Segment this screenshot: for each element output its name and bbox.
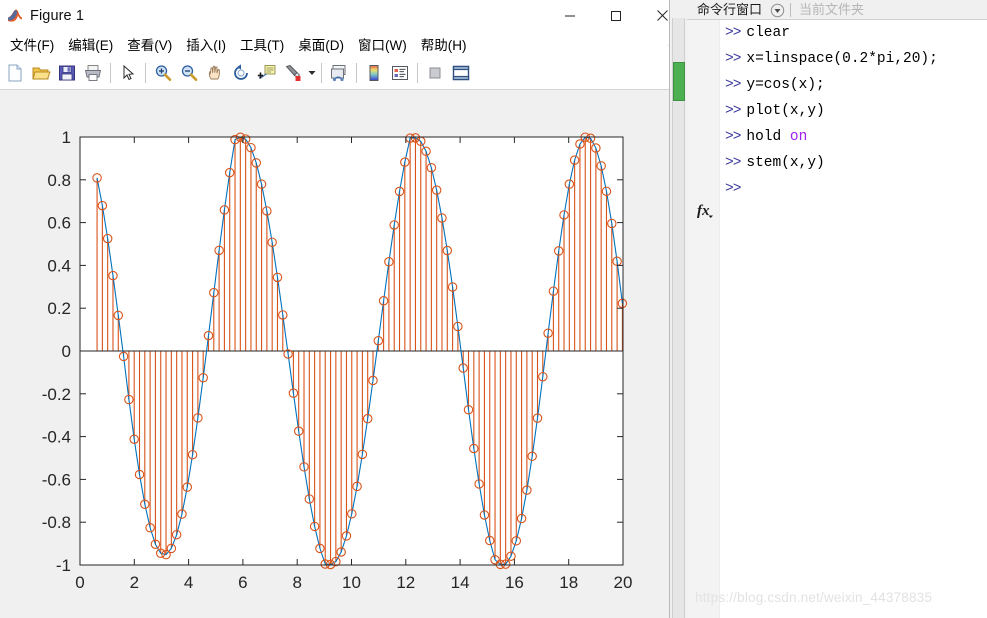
x-tick-label: 4: [184, 573, 193, 592]
link-plot-button[interactable]: [326, 60, 352, 86]
window-controls: [547, 0, 685, 31]
prompt-marker: >>: [725, 51, 740, 67]
y-tick-label: 0.8: [47, 171, 71, 190]
prompt-marker: >>: [725, 103, 740, 119]
command-text: clear: [746, 25, 790, 41]
prompt-marker: >>: [725, 77, 740, 93]
cos-stem-plot: 0 2 4 6 8 10 12 14 16 18 20 -1 -0.8 -0.6 -0.4 -0.2 0 0.2…: [0, 90, 685, 618]
command-line: >> plot(x,y): [687, 98, 987, 124]
colorbar-button[interactable]: [361, 60, 387, 86]
y-tick-label: -1: [56, 556, 71, 575]
print-button[interactable]: [80, 60, 106, 86]
x-tick-label: 2: [130, 573, 139, 592]
toolbar-separator: [356, 63, 357, 83]
command-line: >> stem(x,y): [687, 150, 987, 176]
x-tick-label: 18: [559, 573, 578, 592]
tab-current-folder[interactable]: 当前文件夹: [791, 0, 870, 19]
legend-button[interactable]: [387, 60, 413, 86]
tab-command-window[interactable]: 命令行窗口: [687, 0, 768, 19]
command-window-tabbar: 命令行窗口 当前文件夹: [687, 0, 987, 19]
pan-hand-icon[interactable]: [202, 60, 228, 86]
x-tick-label: 0: [75, 573, 84, 592]
y-tick-label: -0.8: [42, 513, 71, 532]
toolbar-separator: [417, 63, 418, 83]
pane-splitter[interactable]: [670, 0, 687, 618]
x-tick-label: 12: [396, 573, 415, 592]
command-window-pane: 命令行窗口 当前文件夹 >> clear >> x=linspace(0.2*p…: [687, 0, 987, 618]
toolbar-separator: [110, 63, 111, 83]
window-title: Figure 1: [30, 8, 84, 24]
open-file-button[interactable]: [28, 60, 54, 86]
y-tick-label: 0.2: [47, 299, 71, 318]
command-keyword: on: [790, 129, 807, 145]
figure-window: Figure 1 文件(F) 编辑(E) 查看(V): [0, 0, 686, 618]
matlab-figure-icon: [7, 8, 23, 24]
figure-axes-canvas: 0 2 4 6 8 10 12 14 16 18 20 -1 -0.8 -0.6 -0.4 -0.2 0 0.2…: [0, 90, 685, 618]
new-figure-button[interactable]: [2, 60, 28, 86]
hide-plot-tools-button[interactable]: [422, 60, 448, 86]
menu-file[interactable]: 文件(F): [3, 32, 61, 56]
zoom-in-button[interactable]: [150, 60, 176, 86]
menu-help[interactable]: 帮助(H): [414, 32, 474, 56]
command-line: >> clear: [687, 20, 987, 46]
figure-titlebar: Figure 1: [0, 0, 685, 31]
toolbar-separator: [145, 63, 146, 83]
x-tick-label: 20: [614, 573, 633, 592]
figure-toolbar: [0, 56, 685, 90]
maximize-button[interactable]: [593, 0, 639, 31]
menu-desktop[interactable]: 桌面(D): [291, 32, 351, 56]
rotate-3d-button[interactable]: [228, 60, 254, 86]
command-text: y=cos(x);: [746, 77, 824, 93]
show-plot-tools-button[interactable]: [448, 60, 474, 86]
splitter-scrollbar-track[interactable]: [672, 18, 685, 618]
matlab-desktop: Figure 1 文件(F) 编辑(E) 查看(V): [0, 0, 987, 618]
data-cursor-button[interactable]: [254, 60, 280, 86]
command-text: plot(x,y): [746, 103, 824, 119]
command-line: >> hold on: [687, 124, 987, 150]
brush-button[interactable]: [280, 60, 306, 86]
chevron-down-circle-icon[interactable]: [770, 3, 785, 18]
command-text: x=linspace(0.2*pi,20);: [746, 51, 937, 67]
splitter-scrollbar-thumb[interactable]: [673, 62, 685, 101]
menu-tools[interactable]: 工具(T): [233, 32, 291, 56]
command-input-line[interactable]: >>: [687, 176, 987, 202]
y-tick-label: 1: [62, 128, 71, 147]
minimize-button[interactable]: [547, 0, 593, 31]
menu-edit[interactable]: 编辑(E): [61, 32, 120, 56]
zoom-out-button[interactable]: [176, 60, 202, 86]
command-window-body[interactable]: >> clear >> x=linspace(0.2*pi,20); >> y=…: [687, 19, 987, 618]
toolbar-separator: [321, 63, 322, 83]
x-tick-label: 6: [238, 573, 247, 592]
brush-dropdown-arrow-icon[interactable]: [306, 60, 317, 86]
fx-icon[interactable]: fx: [695, 199, 719, 221]
x-tick-label: 10: [342, 573, 361, 592]
watermark-text: https://blog.csdn.net/weixin_44378835: [695, 590, 932, 605]
y-tick-label: 0: [62, 342, 71, 361]
menu-insert[interactable]: 插入(I): [179, 32, 233, 56]
x-tick-label: 8: [292, 573, 301, 592]
command-line: >> x=linspace(0.2*pi,20);: [687, 46, 987, 72]
x-tick-label: 14: [451, 573, 470, 592]
y-tick-label: -0.6: [42, 470, 71, 489]
y-tick-label: -0.2: [42, 385, 71, 404]
prompt-marker: >>: [725, 129, 740, 145]
pointer-icon[interactable]: [115, 60, 141, 86]
command-text: stem(x,y): [746, 155, 824, 171]
prompt-marker: >>: [725, 181, 740, 197]
prompt-marker: >>: [725, 155, 740, 171]
command-line: >> y=cos(x);: [687, 72, 987, 98]
x-tick-label: 16: [505, 573, 524, 592]
command-text: hold: [746, 129, 790, 145]
svg-text:fx: fx: [697, 203, 710, 219]
y-tick-label: 0.6: [47, 214, 71, 233]
save-button[interactable]: [54, 60, 80, 86]
menu-view[interactable]: 查看(V): [120, 32, 179, 56]
prompt-marker: >>: [725, 25, 740, 41]
menu-window[interactable]: 窗口(W): [351, 32, 414, 56]
menubar: 文件(F) 编辑(E) 查看(V) 插入(I) 工具(T) 桌面(D) 窗口(W…: [0, 31, 685, 56]
y-tick-label: 0.4: [47, 256, 71, 275]
y-tick-label: -0.4: [42, 428, 71, 447]
